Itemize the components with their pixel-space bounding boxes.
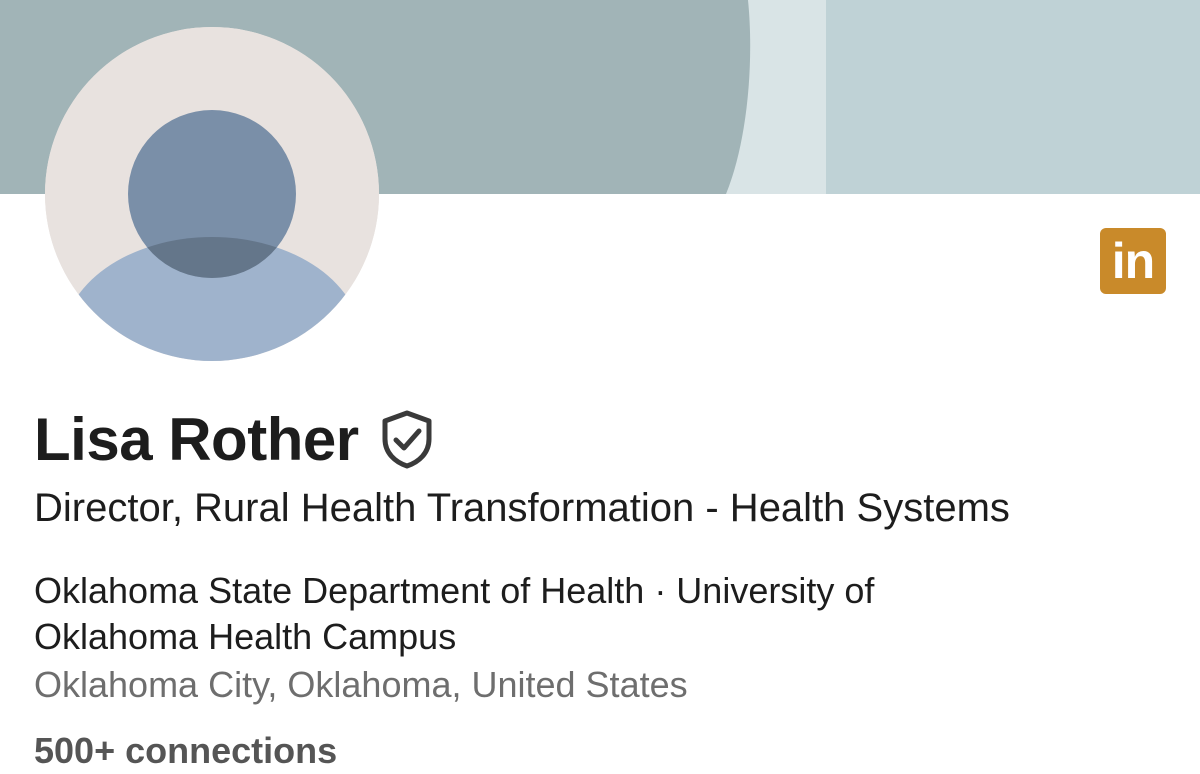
linkedin-logo-icon[interactable]: in xyxy=(1100,228,1166,294)
default-person-icon xyxy=(45,27,379,361)
profile-name: Lisa Rother xyxy=(34,405,359,473)
profile-organizations[interactable]: Oklahoma State Department of Health · Un… xyxy=(34,568,1034,660)
profile-connections[interactable]: 500+ connections xyxy=(34,728,337,774)
profile-headline: Director, Rural Health Transformation - … xyxy=(34,486,1010,530)
profile-name-row: Lisa Rother xyxy=(34,402,435,476)
profile-location: Oklahoma City, Oklahoma, United States xyxy=(34,664,688,705)
profile-avatar[interactable] xyxy=(45,27,379,361)
verified-shield-icon[interactable] xyxy=(379,409,435,469)
